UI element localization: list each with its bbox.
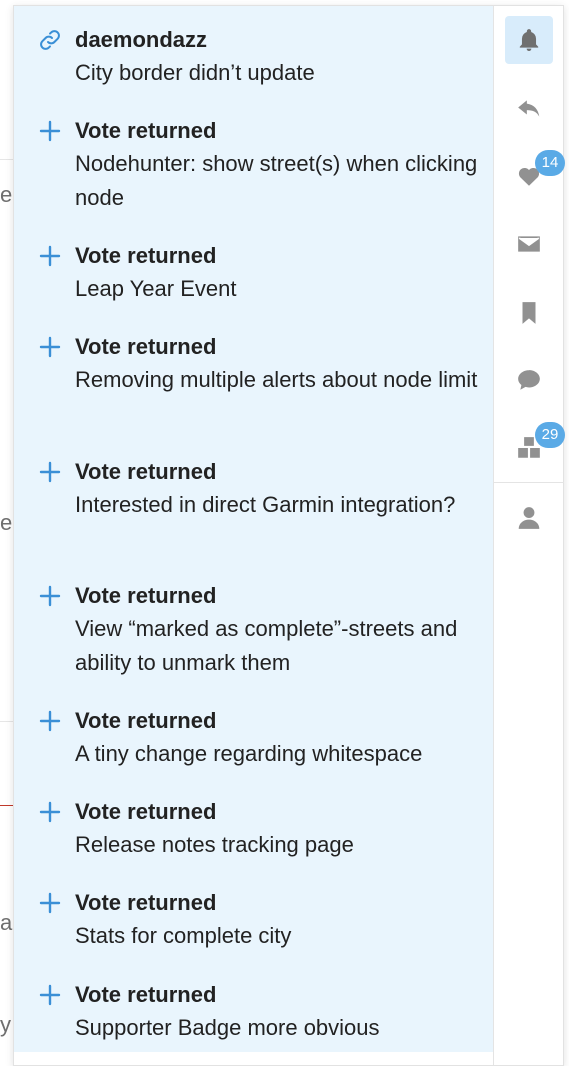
tab-likes[interactable]: 14 [505,150,565,200]
notification-title: Vote returned [75,334,217,359]
tab-bookmarks[interactable] [505,289,553,337]
tab-replies[interactable] [505,84,553,132]
tab-badges[interactable]: 29 [505,422,565,472]
plus-icon [38,800,62,824]
background-text-fragment: e [0,182,13,207]
notification-title: Vote returned [75,583,217,608]
plus-icon [38,709,62,733]
plus-icon [38,983,62,1007]
notification-body: A tiny change regarding whitespace [75,741,423,766]
plus-icon [38,460,62,484]
notification-title: Vote returned [75,799,217,824]
user-icon [516,505,542,531]
notification-body: Leap Year Event [75,276,237,301]
notification-title: Vote returned [75,708,217,733]
tab-profile[interactable] [505,494,553,542]
background-text-fragment: a [0,910,13,935]
tab-chat[interactable] [505,356,553,404]
plus-icon [38,244,62,268]
chat-icon [516,367,542,393]
notification-title: Vote returned [75,982,217,1007]
notification-body: Supporter Badge more obvious [75,1015,380,1040]
plus-icon [38,119,62,143]
notification-title: Vote returned [75,459,217,484]
tab-messages[interactable] [505,220,553,268]
notification-title: daemondazz [75,27,208,52]
background-divider [0,721,14,722]
tab-notifications[interactable] [505,16,553,64]
plus-icon [38,891,62,915]
notification-body: Stats for complete city [75,923,292,948]
background-text-fragment: y [0,1012,11,1037]
notification-tab-rail: 14 29 [493,6,565,1065]
reply-icon [516,95,542,121]
mail-icon [516,231,542,257]
notification-body: Interested in direct Garmin integration? [75,492,456,517]
background-divider [0,159,14,160]
rail-divider [494,482,564,483]
notification-body: Nodehunter: show street(s) when clicking… [75,151,478,210]
notification-body: Removing multiple alerts about node limi… [75,367,478,392]
notification-title: Vote returned [75,243,217,268]
link-icon [38,28,62,52]
badges-count-badge: 29 [535,422,565,448]
likes-badge: 14 [535,150,565,176]
notifications-dropdown: daemondazz City border didn’t update Vot… [13,5,565,1066]
notification-title: Vote returned [75,118,217,143]
notification-body: View “marked as complete”-streets and ab… [75,616,458,675]
bell-icon [516,27,542,53]
plus-icon [38,335,62,359]
background-accent-line [0,805,14,806]
bookmark-icon [516,300,542,326]
notification-list: daemondazz City border didn’t update Vot… [14,6,493,1052]
notification-body: City border didn’t update [75,60,315,85]
plus-icon [38,584,62,608]
notification-body: Release notes tracking page [75,832,354,857]
notification-title: Vote returned [75,890,217,915]
